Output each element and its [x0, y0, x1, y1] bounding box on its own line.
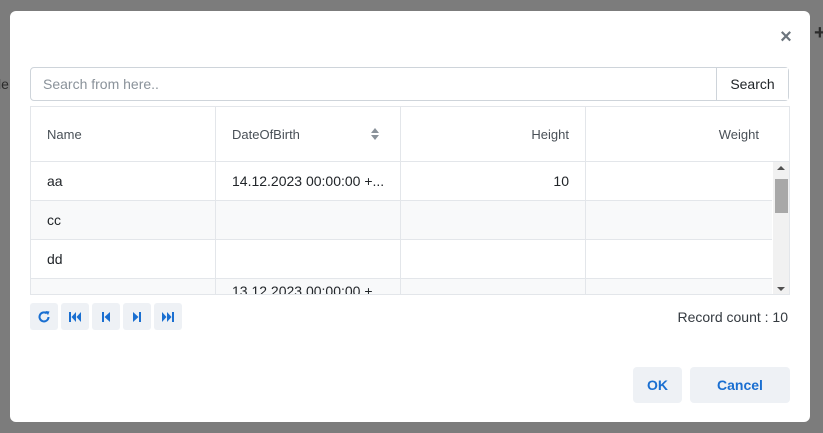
- first-page-icon: [69, 311, 81, 322]
- table-cell: dd: [31, 240, 216, 278]
- next-page-button[interactable]: [123, 303, 151, 330]
- table-row[interactable]: cc: [31, 201, 772, 240]
- scrollbar-thumb[interactable]: [775, 179, 788, 213]
- table-cell: 10: [401, 162, 586, 200]
- table-cell: [586, 240, 772, 278]
- table-cell: 13.12.2023 00:00:00 +...: [216, 279, 401, 294]
- table-cell: [586, 279, 772, 294]
- refresh-button[interactable]: [30, 303, 58, 330]
- first-page-button[interactable]: [61, 303, 89, 330]
- column-header-label: DateOfBirth: [232, 126, 300, 142]
- refresh-icon: [38, 310, 50, 322]
- search-bar: Search: [30, 67, 789, 101]
- table-cell: [31, 279, 216, 294]
- previous-page-button[interactable]: [92, 303, 120, 330]
- last-page-button[interactable]: [154, 303, 182, 330]
- table-cell: [216, 201, 401, 239]
- ok-button[interactable]: OK: [633, 367, 682, 403]
- modal-dialog: × Search Name DateOfBirth Height Weight: [10, 11, 810, 422]
- table-cell: 14.12.2023 00:00:00 +...: [216, 162, 401, 200]
- table-cell: cc: [31, 201, 216, 239]
- next-page-icon: [133, 311, 141, 322]
- table-row[interactable]: 13.12.2023 00:00:00 +...: [31, 279, 772, 294]
- record-count: Record count : 10: [677, 309, 788, 325]
- vertical-scrollbar[interactable]: [773, 162, 789, 294]
- column-header-label: Weight: [718, 126, 759, 142]
- column-header-dateofbirth[interactable]: DateOfBirth: [216, 107, 401, 161]
- search-button[interactable]: Search: [716, 68, 788, 100]
- grid-body: aa 14.12.2023 00:00:00 +... 10 cc dd 13.…: [31, 162, 772, 294]
- scroll-up-icon[interactable]: [777, 166, 785, 170]
- grid-header-row: Name DateOfBirth Height Weight: [31, 107, 789, 162]
- column-header-name[interactable]: Name: [31, 107, 216, 161]
- column-header-weight[interactable]: Weight: [586, 107, 789, 161]
- sort-icon[interactable]: [370, 127, 380, 141]
- last-page-icon: [162, 311, 174, 322]
- table-row[interactable]: dd: [31, 240, 772, 279]
- close-icon[interactable]: ×: [777, 27, 795, 47]
- search-input[interactable]: [31, 68, 716, 100]
- table-row[interactable]: aa 14.12.2023 00:00:00 +... 10: [31, 162, 772, 201]
- pager-toolbar: [30, 303, 182, 330]
- column-header-label: Name: [47, 126, 82, 142]
- scroll-down-icon[interactable]: [777, 287, 785, 291]
- table-cell: [216, 240, 401, 278]
- column-header-height[interactable]: Height: [401, 107, 586, 161]
- data-grid: Name DateOfBirth Height Weight aa 14.12.…: [30, 106, 790, 295]
- background-icon-fragment: +: [814, 22, 823, 44]
- background-label-fragment: le: [0, 76, 9, 92]
- table-cell: [586, 201, 772, 239]
- column-header-label: Height: [531, 126, 569, 142]
- table-cell: [401, 279, 586, 294]
- cancel-button[interactable]: Cancel: [690, 367, 790, 403]
- table-cell: [401, 201, 586, 239]
- table-cell: [401, 240, 586, 278]
- previous-page-icon: [102, 311, 110, 322]
- table-cell: [586, 162, 772, 200]
- table-cell: aa: [31, 162, 216, 200]
